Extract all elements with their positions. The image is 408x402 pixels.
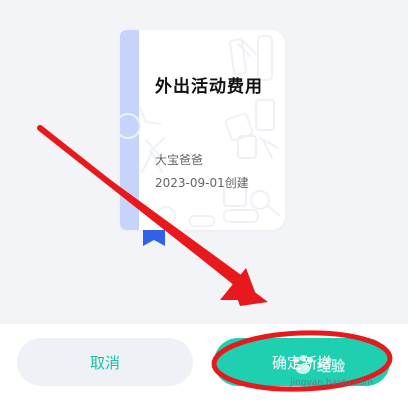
cancel-button[interactable]: 取消 bbox=[17, 338, 193, 386]
ledger-preview-area: 外出活动费用 大宝爸爸 2023-09-01创建 bbox=[0, 0, 408, 324]
ledger-created-date: 2023-09-01创建 bbox=[155, 176, 249, 190]
ledger-book-card: 外出活动费用 大宝爸爸 2023-09-01创建 bbox=[120, 30, 285, 230]
watermark-url: jingyan.baidu.com bbox=[290, 378, 374, 388]
watermark-word: 经验 bbox=[317, 359, 345, 375]
ledger-owner: 大宝爸爸 bbox=[155, 153, 204, 167]
cancel-button-label: 取消 bbox=[89, 353, 120, 372]
bookmark-ribbon-icon bbox=[143, 230, 165, 246]
paw-logo-icon bbox=[293, 355, 313, 374]
ledger-title: 外出活动费用 bbox=[155, 77, 263, 97]
baidu-jingyan-watermark: 经验 jingyan.baidu.com bbox=[288, 352, 398, 392]
stationery-pattern-icon bbox=[120, 35, 281, 227]
